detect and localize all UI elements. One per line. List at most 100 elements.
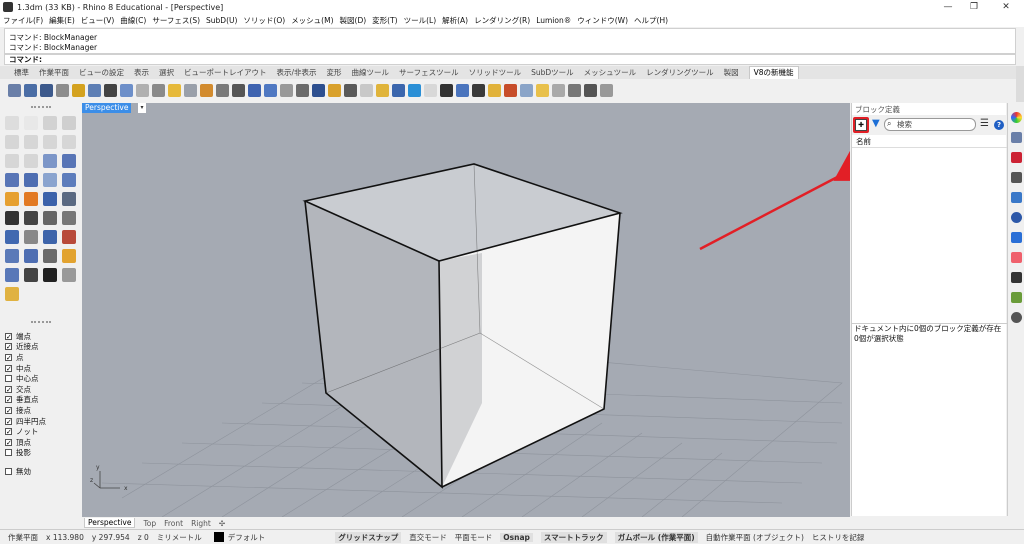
tool-icon[interactable] xyxy=(168,83,181,97)
named-views-icon[interactable] xyxy=(1010,292,1022,303)
tab-perspective[interactable]: Perspective xyxy=(84,518,136,528)
checkbox[interactable]: ✓ xyxy=(5,343,12,351)
osnap-mid[interactable]: ✓ 中点 xyxy=(0,363,81,374)
block-icon[interactable] xyxy=(62,230,76,244)
box-icon[interactable] xyxy=(5,173,19,187)
tool-icon[interactable] xyxy=(248,83,261,97)
checkbox[interactable]: ✓ xyxy=(5,364,12,372)
toolbar-scrollbar[interactable] xyxy=(1016,66,1024,102)
tab-curve-tools[interactable]: 曲線ツール xyxy=(352,67,390,78)
column-header-name[interactable]: 名前 xyxy=(852,136,1007,148)
checkbox[interactable] xyxy=(5,449,12,457)
color-wheel-icon[interactable] xyxy=(1010,112,1022,123)
move-icon[interactable] xyxy=(5,230,19,244)
close-icon[interactable]: ✕ xyxy=(994,0,1018,14)
filter-icon[interactable]: ▼ xyxy=(872,119,882,129)
osnap-point[interactable]: ✓ 点 xyxy=(0,352,81,363)
menu-file[interactable]: ファイル(F) xyxy=(3,15,43,26)
cap-icon[interactable] xyxy=(62,192,76,206)
menu-solid[interactable]: ソリッド(O) xyxy=(243,15,285,26)
tab-visibility[interactable]: 表示/非表示 xyxy=(277,67,317,78)
tab-transform[interactable]: 変形 xyxy=(327,67,342,78)
tab-right[interactable]: Right xyxy=(191,519,211,528)
osnap-toggle[interactable]: Osnap xyxy=(500,532,533,542)
osnap-near[interactable]: ✓ 近接点 xyxy=(0,342,81,353)
smarttrack-toggle[interactable]: スマートトラック xyxy=(540,531,607,543)
viewport-menu-caret[interactable]: ▾ xyxy=(138,103,146,113)
group-icon[interactable] xyxy=(5,249,19,263)
tool-icon[interactable] xyxy=(40,83,53,97)
subd-icon[interactable] xyxy=(62,173,76,187)
properties-icon[interactable] xyxy=(62,249,76,263)
gumball-toggle[interactable]: ガムボール (作業平面) xyxy=(614,531,698,543)
explode-icon[interactable] xyxy=(5,192,19,206)
materials-icon[interactable] xyxy=(1010,152,1022,163)
checkbox[interactable]: ✓ xyxy=(5,417,12,425)
environment-icon[interactable] xyxy=(1010,192,1022,203)
auto-cplane-toggle[interactable]: 自動作業平面 (オブジェクト) xyxy=(706,532,804,543)
select-arrow-icon[interactable] xyxy=(5,116,19,130)
shell-icon[interactable] xyxy=(43,192,57,206)
osnap-intersection[interactable]: ✓ 交点 xyxy=(0,384,81,395)
checkbox[interactable] xyxy=(5,375,12,383)
circle-icon[interactable] xyxy=(5,135,19,149)
tool-icon[interactable] xyxy=(456,83,469,97)
check-icon[interactable] xyxy=(43,268,57,282)
menu-curve[interactable]: 曲線(C) xyxy=(120,15,146,26)
osnap-disable[interactable]: 無効 xyxy=(0,466,81,477)
layer-color-swatch[interactable] xyxy=(213,532,224,542)
help-icon[interactable]: ? xyxy=(994,120,1004,130)
tool-icon[interactable] xyxy=(184,83,197,97)
tool-icon[interactable] xyxy=(152,83,165,97)
tool-icon[interactable] xyxy=(312,83,325,97)
menu-window[interactable]: ウィンドウ(W) xyxy=(577,15,628,26)
help-panel-icon[interactable] xyxy=(1010,312,1022,323)
offset-icon[interactable] xyxy=(24,154,38,168)
tool-icon[interactable] xyxy=(520,83,533,97)
menu-analyze[interactable]: 解析(A) xyxy=(442,15,468,26)
menu-subd[interactable]: SubD(U) xyxy=(206,16,237,25)
arc-icon[interactable] xyxy=(24,135,38,149)
boolean-icon[interactable] xyxy=(24,192,38,206)
tab-solid-tools[interactable]: ソリッドツール xyxy=(469,67,522,78)
tab-set-view[interactable]: ビューの設定 xyxy=(79,67,124,78)
extrude-icon[interactable] xyxy=(62,154,76,168)
tool-icon[interactable] xyxy=(392,83,405,97)
tab-select[interactable]: 選択 xyxy=(159,67,174,78)
tab-surface-tools[interactable]: サーフェスツール xyxy=(399,67,459,78)
checkbox[interactable]: ✓ xyxy=(5,332,12,340)
tool-icon[interactable] xyxy=(504,83,517,97)
menu-drafting[interactable]: 製図(D) xyxy=(340,15,367,26)
sphere-icon[interactable] xyxy=(24,173,38,187)
curve-icon[interactable] xyxy=(62,116,76,130)
tab-top[interactable]: Top xyxy=(143,519,156,528)
polygon-icon[interactable] xyxy=(62,135,76,149)
tool-icon[interactable] xyxy=(472,83,485,97)
render-icon[interactable] xyxy=(1010,212,1022,223)
tool-icon[interactable] xyxy=(216,83,229,97)
tab-viewport-layout[interactable]: ビューポートレイアウト xyxy=(184,67,267,78)
render-icon[interactable] xyxy=(62,268,76,282)
menu-lumion[interactable]: Lumion® xyxy=(536,16,571,25)
tab-display[interactable]: 表示 xyxy=(134,67,149,78)
perspective-viewport[interactable]: x y z Perspective ▾ xyxy=(82,103,850,517)
menu-edit[interactable]: 編集(E) xyxy=(49,15,75,26)
maximize-icon[interactable]: ❐ xyxy=(962,0,986,14)
menu-help[interactable]: ヘルプ(H) xyxy=(634,15,668,26)
tool-icon[interactable] xyxy=(488,83,501,97)
cplane-label[interactable]: 作業平面 xyxy=(8,532,38,543)
tool-icon[interactable] xyxy=(232,83,245,97)
minimize-icon[interactable]: — xyxy=(936,0,960,14)
tab-cplanes[interactable]: 作業平面 xyxy=(39,67,69,78)
blend-icon[interactable] xyxy=(62,211,76,225)
menu-tools[interactable]: ツール(L) xyxy=(404,15,437,26)
palette-icon[interactable] xyxy=(1010,252,1022,263)
paint-icon[interactable] xyxy=(5,287,19,301)
osnap-tangent[interactable]: ✓ 接点 xyxy=(0,405,81,416)
tab-standard[interactable]: 標準 xyxy=(14,67,29,78)
tool-icon[interactable] xyxy=(72,83,85,97)
tool-icon[interactable] xyxy=(408,83,421,97)
tool-icon[interactable] xyxy=(120,83,133,97)
tab-subd-tools[interactable]: SubDツール xyxy=(531,67,574,78)
history-icon[interactable] xyxy=(24,268,38,282)
